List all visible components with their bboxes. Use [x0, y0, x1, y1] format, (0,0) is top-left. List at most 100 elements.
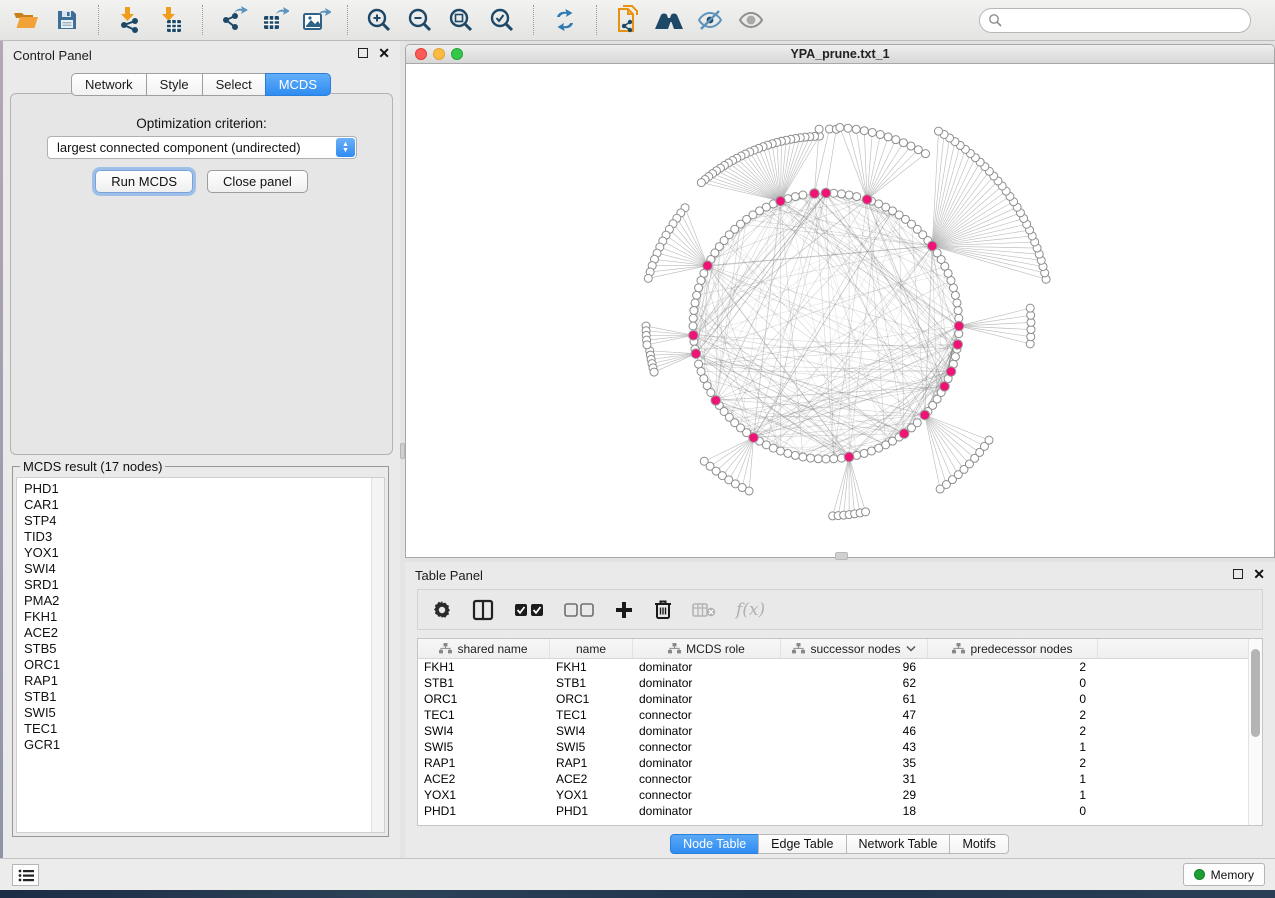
graph-node[interactable] [1026, 304, 1034, 312]
mcds-node-item[interactable]: RAP1 [24, 673, 384, 689]
graph-node[interactable] [777, 447, 785, 455]
graph-node[interactable] [643, 341, 651, 349]
network-graph[interactable] [406, 64, 1275, 558]
column-header-predecessor-nodes[interactable]: predecessor nodes [928, 639, 1098, 658]
graph-node[interactable] [954, 307, 962, 315]
mcds-node-item[interactable]: GCR1 [24, 737, 384, 753]
apply-layout-icon[interactable] [549, 4, 581, 36]
graph-node[interactable] [691, 299, 699, 307]
mcds-node-item[interactable]: PMA2 [24, 593, 384, 609]
graph-node[interactable] [953, 299, 961, 307]
column-header-successor-nodes[interactable]: successor nodes [781, 639, 928, 658]
memory-button[interactable]: Memory [1183, 863, 1265, 886]
mcds-node-item[interactable]: YOX1 [24, 545, 384, 561]
graph-node[interactable] [815, 125, 823, 133]
horizontal-splitter-handle[interactable] [835, 552, 848, 560]
table-row[interactable]: STB1STB1dominator620 [418, 675, 1262, 691]
column-header-MCDS-role[interactable]: MCDS role [633, 639, 781, 658]
tab-select[interactable]: Select [202, 73, 266, 96]
graph-hub-node[interactable] [940, 382, 950, 392]
tab-network-table[interactable]: Network Table [846, 834, 951, 854]
table-scrollbar-thumb[interactable] [1251, 649, 1260, 737]
mcds-node-item[interactable]: STB1 [24, 689, 384, 705]
graph-node[interactable] [845, 191, 853, 199]
close-panel-button[interactable]: Close panel [207, 170, 308, 193]
graph-node[interactable] [853, 193, 861, 201]
table-row[interactable]: TEC1TEC1connector472 [418, 707, 1262, 723]
graph-node[interactable] [913, 419, 921, 427]
search-input[interactable] [1003, 13, 1242, 27]
window-maximize-icon[interactable] [451, 48, 463, 60]
table-scrollbar-track[interactable] [1248, 639, 1262, 826]
graph-node[interactable] [892, 136, 900, 144]
graph-node[interactable] [914, 146, 922, 154]
graph-node[interactable] [689, 322, 697, 330]
network-window-titlebar[interactable]: YPA_prune.txt_1 [406, 45, 1274, 64]
graph-node[interactable] [791, 451, 799, 459]
graph-node[interactable] [852, 125, 860, 133]
graph-hub-node[interactable] [953, 340, 963, 350]
tab-edge-table[interactable]: Edge Table [758, 834, 846, 854]
graph-hub-node[interactable] [946, 367, 956, 377]
table-row[interactable]: YOX1YOX1connector291 [418, 787, 1262, 803]
graph-hub-node[interactable] [844, 452, 854, 462]
mcds-node-item[interactable]: PHD1 [24, 481, 384, 497]
mcds-node-item[interactable]: STB5 [24, 641, 384, 657]
float-panel-icon[interactable] [358, 48, 368, 58]
graph-node[interactable] [876, 131, 884, 139]
graph-node[interactable] [690, 307, 698, 315]
import-table-icon[interactable] [155, 4, 187, 36]
zoom-out-icon[interactable] [404, 4, 436, 36]
graph-node[interactable] [951, 353, 959, 361]
graph-hub-node[interactable] [691, 349, 701, 359]
open-session-icon[interactable] [10, 4, 42, 36]
graph-node[interactable] [868, 128, 876, 136]
graph-node[interactable] [830, 455, 838, 463]
mcds-list-scrollbar[interactable] [371, 478, 384, 832]
graph-node[interactable] [899, 139, 907, 147]
graph-hub-node[interactable] [703, 261, 713, 271]
table-row[interactable]: PHD1PHD1dominator180 [418, 803, 1262, 819]
graph-hub-node[interactable] [954, 321, 964, 331]
select-all-icon[interactable] [514, 597, 544, 623]
zoom-in-icon[interactable] [363, 4, 395, 36]
mcds-node-item[interactable]: FKH1 [24, 609, 384, 625]
graph-hub-node[interactable] [927, 241, 937, 251]
table-row[interactable]: RAP1RAP1dominator352 [418, 755, 1262, 771]
window-close-icon[interactable] [415, 48, 427, 60]
mcds-node-item[interactable]: ACE2 [24, 625, 384, 641]
tab-node-table[interactable]: Node Table [670, 834, 759, 854]
graph-hub-node[interactable] [776, 196, 786, 206]
graph-node[interactable] [814, 455, 822, 463]
graph-hub-node[interactable] [810, 189, 820, 199]
window-minimize-icon[interactable] [433, 48, 445, 60]
close-panel-icon[interactable]: ✕ [378, 48, 390, 58]
graph-hub-node[interactable] [920, 410, 930, 420]
graph-node[interactable] [935, 127, 943, 135]
mcds-node-item[interactable]: TID3 [24, 529, 384, 545]
graph-node[interactable] [697, 277, 705, 285]
graph-hub-node[interactable] [711, 396, 721, 406]
graph-node[interactable] [951, 291, 959, 299]
graph-hub-node[interactable] [862, 195, 872, 205]
graph-node[interactable] [791, 193, 799, 201]
float-table-panel-icon[interactable] [1233, 569, 1243, 579]
table-row[interactable]: FKH1FKH1dominator962 [418, 659, 1262, 675]
chevron-down-icon[interactable] [906, 645, 916, 652]
mcds-result-list[interactable]: PHD1CAR1STP4TID3YOX1SWI4SRD1PMA2FKH1ACE2… [16, 477, 385, 833]
graph-node[interactable] [985, 436, 993, 444]
save-session-icon[interactable] [51, 4, 83, 36]
graph-node[interactable] [862, 508, 870, 516]
mcds-node-item[interactable]: SRD1 [24, 577, 384, 593]
new-network-from-selection-icon[interactable] [612, 4, 644, 36]
table-row[interactable]: SWI5SWI5connector431 [418, 739, 1262, 755]
graph-node[interactable] [922, 150, 930, 158]
mcds-node-item[interactable]: CAR1 [24, 497, 384, 513]
graph-hub-node[interactable] [821, 188, 831, 198]
deselect-all-icon[interactable] [564, 597, 594, 623]
delete-column-icon[interactable] [654, 597, 672, 623]
graph-node[interactable] [745, 487, 753, 495]
graph-node[interactable] [799, 191, 807, 199]
graph-node[interactable] [949, 284, 957, 292]
graph-node[interactable] [836, 123, 844, 131]
